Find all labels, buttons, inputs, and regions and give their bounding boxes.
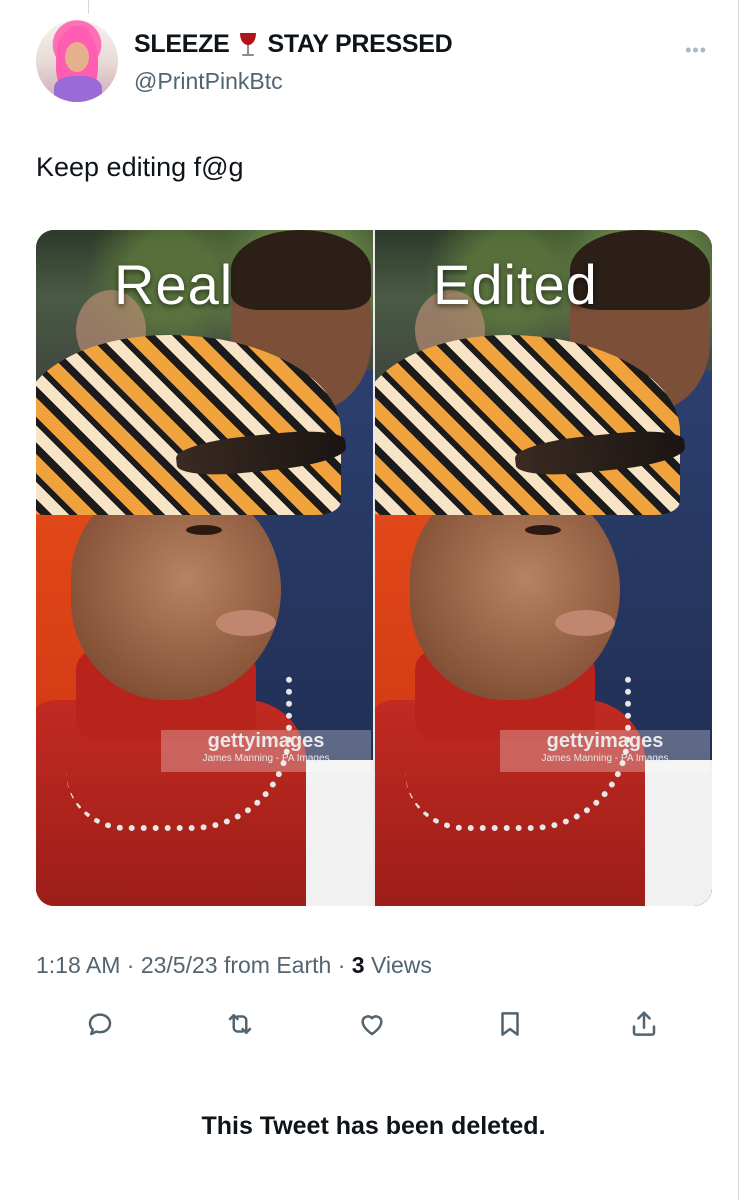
tweet-actions-bar xyxy=(60,1002,680,1046)
thread-connector-line xyxy=(88,0,89,14)
tweet-text: Keep editing f@g xyxy=(36,152,244,182)
avatar-body xyxy=(54,76,102,102)
user-handle[interactable]: @PrintPinkBtc xyxy=(134,68,283,95)
tweet-media-image[interactable]: Real gettyimages James Manning - PA Imag… xyxy=(36,230,712,906)
photo-lips xyxy=(216,610,276,636)
media-panel-edited: Edited gettyimages James Manning - PA Im… xyxy=(375,230,712,906)
bookmark-button[interactable] xyxy=(488,1002,532,1046)
views-count: 3 xyxy=(351,952,365,978)
display-name-left: SLEEZE xyxy=(134,30,230,58)
getty-watermark: gettyimages James Manning - PA Images xyxy=(500,730,710,772)
bookmark-icon xyxy=(501,1012,519,1036)
watermark-sub: James Manning - PA Images xyxy=(541,753,669,764)
reply-button[interactable] xyxy=(78,1002,122,1046)
watermark-sub: James Manning - PA Images xyxy=(202,753,330,764)
window-edge-line xyxy=(738,0,739,1200)
avatar[interactable] xyxy=(36,20,118,102)
media-panel-real: Real gettyimages James Manning - PA Imag… xyxy=(36,230,373,906)
retweet-button[interactable] xyxy=(218,1002,262,1046)
label-edited: Edited xyxy=(433,253,598,316)
views-label: Views xyxy=(364,952,432,978)
share-button[interactable] xyxy=(622,1002,666,1046)
photo-eye xyxy=(525,525,561,535)
wine-glass-icon xyxy=(237,31,259,59)
retweet-icon xyxy=(228,1014,252,1034)
reply-icon xyxy=(88,1013,112,1036)
like-button[interactable] xyxy=(350,1002,394,1046)
avatar-face xyxy=(65,42,89,72)
share-icon xyxy=(632,1011,656,1036)
watermark-main: gettyimages xyxy=(546,730,664,752)
display-name-right: STAY PRESSED xyxy=(267,30,453,58)
photo-lips xyxy=(555,610,615,636)
tweet-meta: 1:18 AM · 23/5/23 from Earth · 3 Views xyxy=(36,952,432,979)
tweet-timestamp[interactable]: 1:18 AM · 23/5/23 from Earth · xyxy=(36,952,352,978)
photo-eye xyxy=(186,525,222,535)
more-dots-icon[interactable]: ••• xyxy=(685,40,707,61)
label-real: Real xyxy=(114,253,234,316)
tweet-deleted-notice: This Tweet has been deleted. xyxy=(201,1112,546,1140)
like-heart-icon xyxy=(361,1015,383,1036)
getty-watermark: gettyimages James Manning - PA Images xyxy=(161,730,371,772)
display-name[interactable]: SLEEZE STAY PRESSED xyxy=(134,30,453,59)
watermark-main: gettyimages xyxy=(207,730,325,752)
photo-man-hair xyxy=(231,230,371,310)
